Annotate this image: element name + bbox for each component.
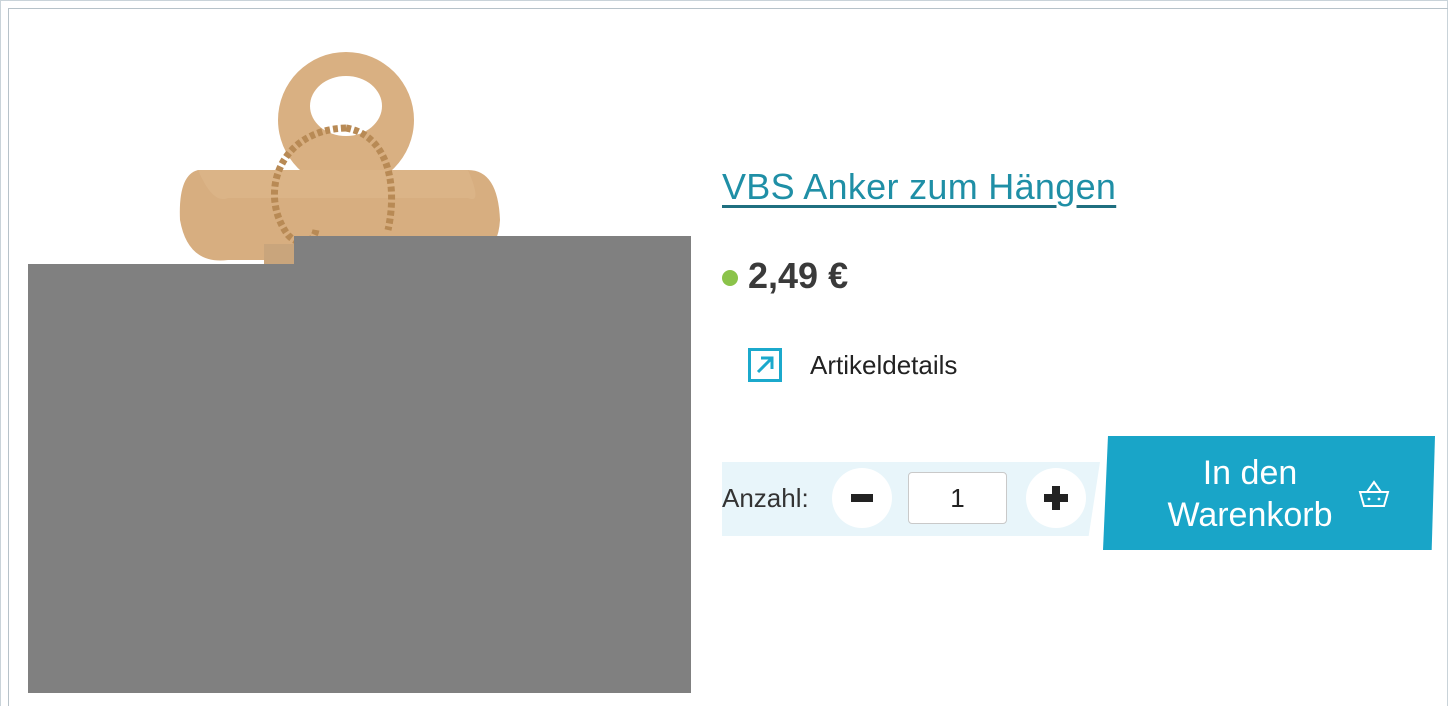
quantity-decrease-button[interactable] <box>832 468 892 528</box>
image-placeholder-top <box>294 236 691 266</box>
product-price: 2,49 € <box>748 255 849 296</box>
quantity-increase-button[interactable] <box>1026 468 1086 528</box>
basket-icon <box>1358 480 1390 507</box>
product-title-link[interactable]: VBS Anker zum Hängen <box>722 166 1116 208</box>
quantity-input[interactable] <box>908 472 1007 524</box>
quantity-label: Anzahl: <box>722 483 809 513</box>
image-placeholder <box>28 264 691 693</box>
article-details-label: Artikeldetails <box>810 349 958 380</box>
price-row: 2,49 € <box>722 255 848 297</box>
arrow-up-right-icon <box>748 348 782 382</box>
minus-icon <box>851 494 873 502</box>
add-to-cart-button[interactable]: In den Warenkorb <box>1103 436 1435 550</box>
article-details-link[interactable]: Artikeldetails <box>748 348 957 382</box>
plus-icon <box>1044 486 1068 510</box>
product-image[interactable] <box>28 20 691 693</box>
add-to-cart-label: In den Warenkorb <box>1167 454 1333 534</box>
availability-dot <box>722 270 738 286</box>
